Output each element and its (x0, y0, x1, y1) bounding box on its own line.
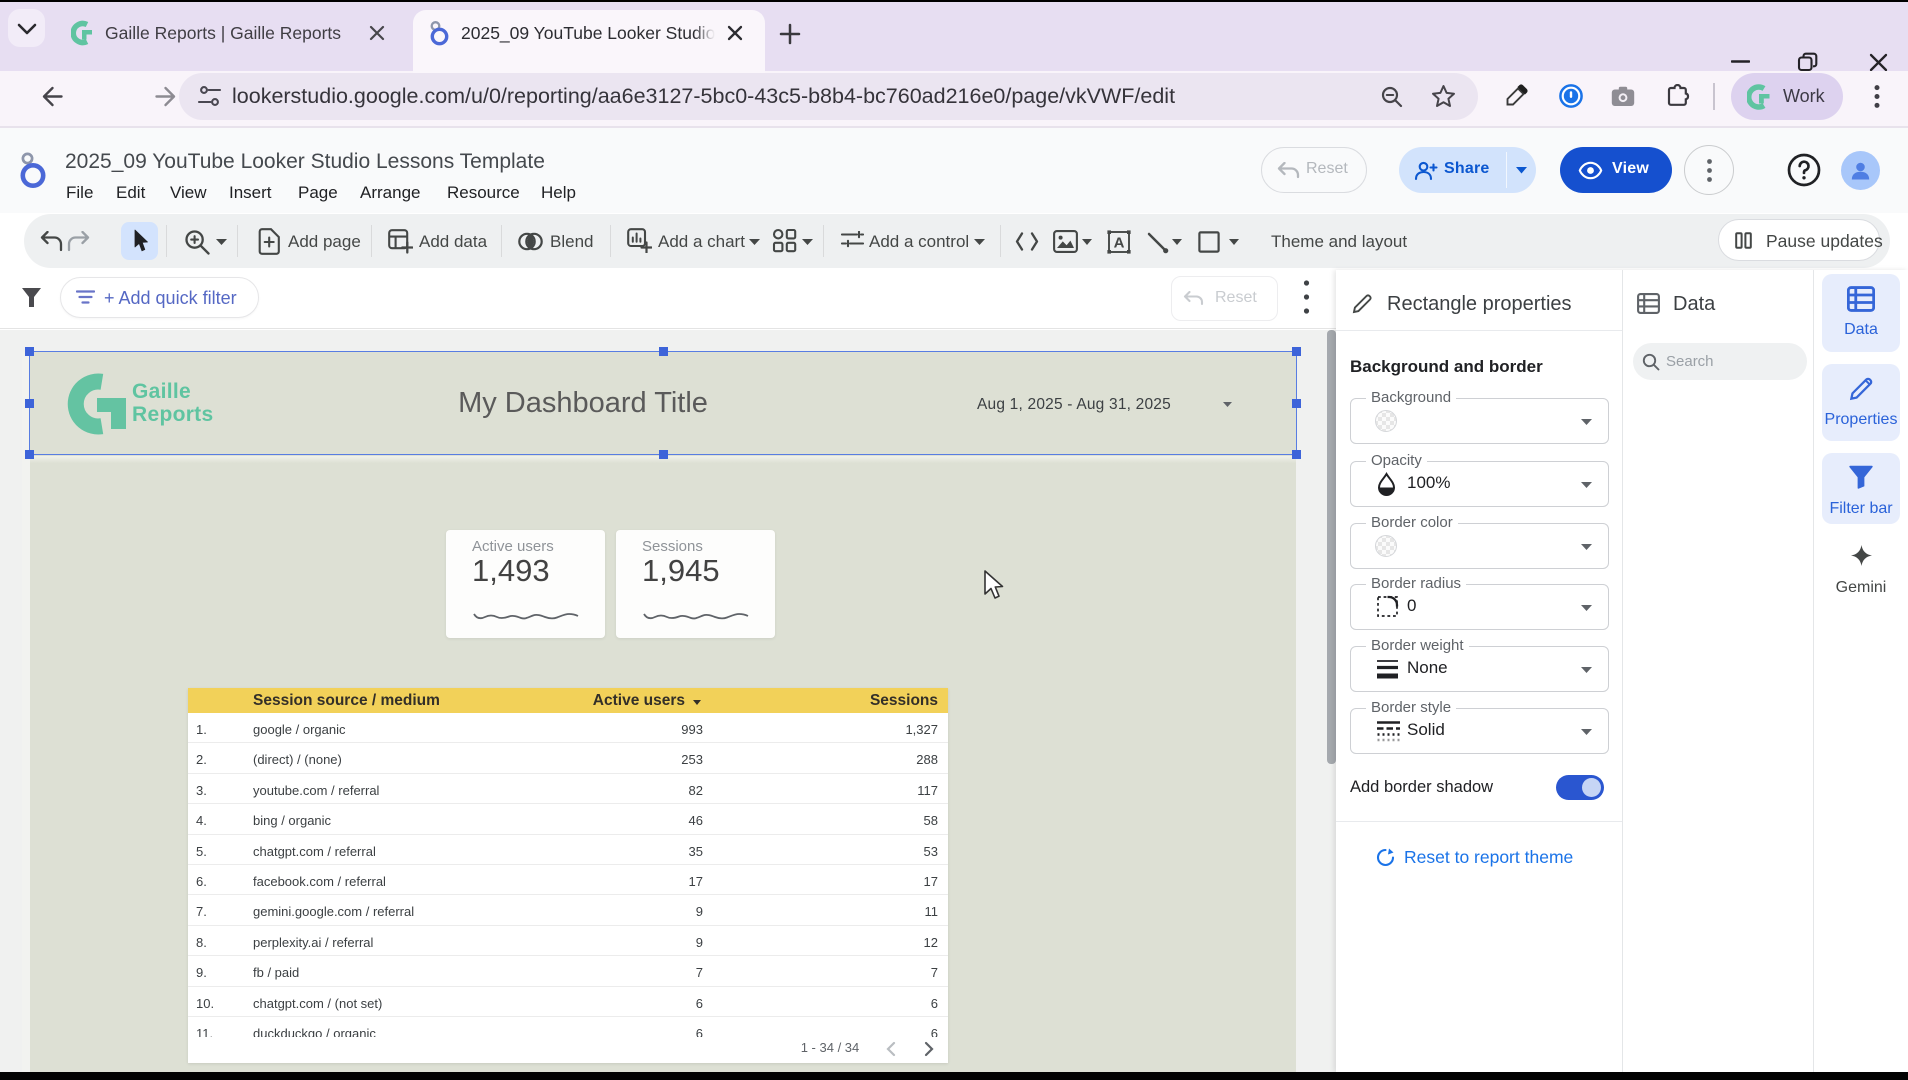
svg-text:A: A (1114, 235, 1125, 252)
